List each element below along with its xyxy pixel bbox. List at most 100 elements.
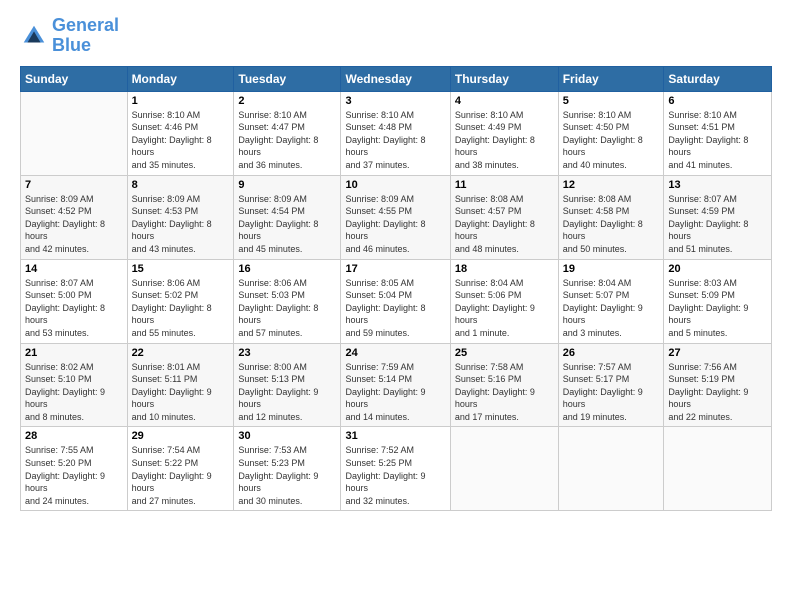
calendar-cell: 26 Sunrise: 7:57 AMSunset: 5:17 PMDayligh…	[558, 343, 664, 427]
calendar-cell: 13 Sunrise: 8:07 AMSunset: 4:59 PMDayligh…	[664, 175, 772, 259]
calendar-cell: 3 Sunrise: 8:10 AMSunset: 4:48 PMDaylight…	[341, 91, 450, 175]
day-info: Sunrise: 8:07 AMSunset: 5:00 PMDaylight:…	[25, 277, 123, 340]
day-number: 11	[455, 179, 554, 191]
weekday-header: Monday	[127, 66, 234, 91]
day-number: 1	[132, 95, 230, 107]
day-info: Sunrise: 8:09 AMSunset: 4:53 PMDaylight:…	[132, 193, 230, 256]
day-info: Sunrise: 8:03 AMSunset: 5:09 PMDaylight:…	[668, 277, 767, 340]
calendar-cell: 6 Sunrise: 8:10 AMSunset: 4:51 PMDaylight…	[664, 91, 772, 175]
calendar-week-row: 1 Sunrise: 8:10 AMSunset: 4:46 PMDaylight…	[21, 91, 772, 175]
calendar-cell	[664, 427, 772, 511]
day-info: Sunrise: 7:53 AMSunset: 5:23 PMDaylight:…	[238, 444, 336, 507]
calendar-week-row: 21Sunrise: 8:02 AMSunset: 5:10 PMDayligh…	[21, 343, 772, 427]
calendar-week-row: 14 Sunrise: 8:07 AMSunset: 5:00 PMDayligh…	[21, 259, 772, 343]
calendar-cell	[450, 427, 558, 511]
calendar-cell: 11 Sunrise: 8:08 AMSunset: 4:57 PMDayligh…	[450, 175, 558, 259]
day-info: Sunrise: 8:01 AMSunset: 5:11 PMDaylight:…	[132, 361, 230, 424]
calendar-cell: 29Sunrise: 7:54 AMSunset: 5:22 PMDayligh…	[127, 427, 234, 511]
calendar-cell: 27 Sunrise: 7:56 AMSunset: 5:19 PMDayligh…	[664, 343, 772, 427]
calendar-cell: 7 Sunrise: 8:09 AMSunset: 4:52 PMDaylight…	[21, 175, 128, 259]
calendar-cell: 14 Sunrise: 8:07 AMSunset: 5:00 PMDayligh…	[21, 259, 128, 343]
day-number: 19	[563, 263, 660, 275]
day-info: Sunrise: 7:56 AMSunset: 5:19 PMDaylight:…	[668, 361, 767, 424]
calendar-week-row: 28 Sunrise: 7:55 AMSunset: 5:20 PMDayligh…	[21, 427, 772, 511]
logo: General Blue	[20, 16, 119, 56]
calendar-cell: 15 Sunrise: 8:06 AMSunset: 5:02 PMDayligh…	[127, 259, 234, 343]
day-number: 17	[345, 263, 445, 275]
calendar-cell: 30 Sunrise: 7:53 AMSunset: 5:23 PMDayligh…	[234, 427, 341, 511]
calendar-cell: 4Sunrise: 8:10 AMSunset: 4:49 PMDaylight…	[450, 91, 558, 175]
day-number: 16	[238, 263, 336, 275]
day-number: 15	[132, 263, 230, 275]
logo-icon	[20, 22, 48, 50]
day-number: 20	[668, 263, 767, 275]
day-info: Sunrise: 8:04 AMSunset: 5:06 PMDaylight:…	[455, 277, 554, 340]
calendar-body: 1 Sunrise: 8:10 AMSunset: 4:46 PMDaylight…	[21, 91, 772, 511]
day-info: Sunrise: 7:57 AMSunset: 5:17 PMDaylight:…	[563, 361, 660, 424]
calendar-cell: 19 Sunrise: 8:04 AMSunset: 5:07 PMDayligh…	[558, 259, 664, 343]
day-number: 13	[668, 179, 767, 191]
calendar-cell	[558, 427, 664, 511]
day-number: 26	[563, 347, 660, 359]
calendar-cell: 1 Sunrise: 8:10 AMSunset: 4:46 PMDaylight…	[127, 91, 234, 175]
day-info: Sunrise: 8:08 AMSunset: 4:57 PMDaylight:…	[455, 193, 554, 256]
day-number: 25	[455, 347, 554, 359]
day-info: Sunrise: 8:10 AMSunset: 4:50 PMDaylight:…	[563, 109, 660, 172]
day-number: 31	[345, 430, 445, 442]
day-info: Sunrise: 8:10 AMSunset: 4:46 PMDaylight:…	[132, 109, 230, 172]
day-number: 28	[25, 430, 123, 442]
page: General Blue SundayMondayTuesdayWednesda…	[0, 0, 792, 612]
calendar-cell: 25Sunrise: 7:58 AMSunset: 5:16 PMDayligh…	[450, 343, 558, 427]
calendar-cell: 28 Sunrise: 7:55 AMSunset: 5:20 PMDayligh…	[21, 427, 128, 511]
day-info: Sunrise: 8:00 AMSunset: 5:13 PMDaylight:…	[238, 361, 336, 424]
day-info: Sunrise: 8:09 AMSunset: 4:52 PMDaylight:…	[25, 193, 123, 256]
day-info: Sunrise: 8:10 AMSunset: 4:47 PMDaylight:…	[238, 109, 336, 172]
weekday-header: Wednesday	[341, 66, 450, 91]
day-info: Sunrise: 8:08 AMSunset: 4:58 PMDaylight:…	[563, 193, 660, 256]
day-number: 10	[345, 179, 445, 191]
day-info: Sunrise: 8:10 AMSunset: 4:48 PMDaylight:…	[345, 109, 445, 172]
day-number: 24	[345, 347, 445, 359]
day-number: 14	[25, 263, 123, 275]
day-number: 18	[455, 263, 554, 275]
day-number: 30	[238, 430, 336, 442]
calendar-cell: 12 Sunrise: 8:08 AMSunset: 4:58 PMDayligh…	[558, 175, 664, 259]
calendar-cell: 23 Sunrise: 8:00 AMSunset: 5:13 PMDayligh…	[234, 343, 341, 427]
calendar-cell: 9 Sunrise: 8:09 AMSunset: 4:54 PMDaylight…	[234, 175, 341, 259]
day-number: 22	[132, 347, 230, 359]
calendar-cell	[21, 91, 128, 175]
day-info: Sunrise: 8:07 AMSunset: 4:59 PMDaylight:…	[668, 193, 767, 256]
day-info: Sunrise: 8:05 AMSunset: 5:04 PMDaylight:…	[345, 277, 445, 340]
calendar-cell: 20 Sunrise: 8:03 AMSunset: 5:09 PMDayligh…	[664, 259, 772, 343]
day-info: Sunrise: 8:04 AMSunset: 5:07 PMDaylight:…	[563, 277, 660, 340]
day-number: 27	[668, 347, 767, 359]
weekday-header: Saturday	[664, 66, 772, 91]
day-number: 5	[563, 95, 660, 107]
day-number: 7	[25, 179, 123, 191]
calendar-cell: 17 Sunrise: 8:05 AMSunset: 5:04 PMDayligh…	[341, 259, 450, 343]
day-info: Sunrise: 8:10 AMSunset: 4:51 PMDaylight:…	[668, 109, 767, 172]
header: General Blue	[20, 16, 772, 56]
calendar-week-row: 7 Sunrise: 8:09 AMSunset: 4:52 PMDaylight…	[21, 175, 772, 259]
day-info: Sunrise: 8:06 AMSunset: 5:02 PMDaylight:…	[132, 277, 230, 340]
weekday-header: Tuesday	[234, 66, 341, 91]
weekday-header: Thursday	[450, 66, 558, 91]
day-number: 12	[563, 179, 660, 191]
calendar-cell: 5 Sunrise: 8:10 AMSunset: 4:50 PMDaylight…	[558, 91, 664, 175]
day-number: 21	[25, 347, 123, 359]
day-number: 2	[238, 95, 336, 107]
calendar-cell: 22 Sunrise: 8:01 AMSunset: 5:11 PMDayligh…	[127, 343, 234, 427]
day-info: Sunrise: 7:52 AMSunset: 5:25 PMDaylight:…	[345, 444, 445, 507]
day-info: Sunrise: 7:55 AMSunset: 5:20 PMDaylight:…	[25, 444, 123, 507]
logo-text: General Blue	[52, 16, 119, 56]
day-number: 3	[345, 95, 445, 107]
calendar-cell: 18 Sunrise: 8:04 AMSunset: 5:06 PMDayligh…	[450, 259, 558, 343]
calendar-table: SundayMondayTuesdayWednesdayThursdayFrid…	[20, 66, 772, 512]
day-info: Sunrise: 8:09 AMSunset: 4:54 PMDaylight:…	[238, 193, 336, 256]
day-number: 29	[132, 430, 230, 442]
calendar-cell: 24Sunrise: 7:59 AMSunset: 5:14 PMDayligh…	[341, 343, 450, 427]
day-number: 6	[668, 95, 767, 107]
day-info: Sunrise: 8:10 AMSunset: 4:49 PMDaylight:…	[455, 109, 554, 172]
day-number: 23	[238, 347, 336, 359]
day-number: 9	[238, 179, 336, 191]
